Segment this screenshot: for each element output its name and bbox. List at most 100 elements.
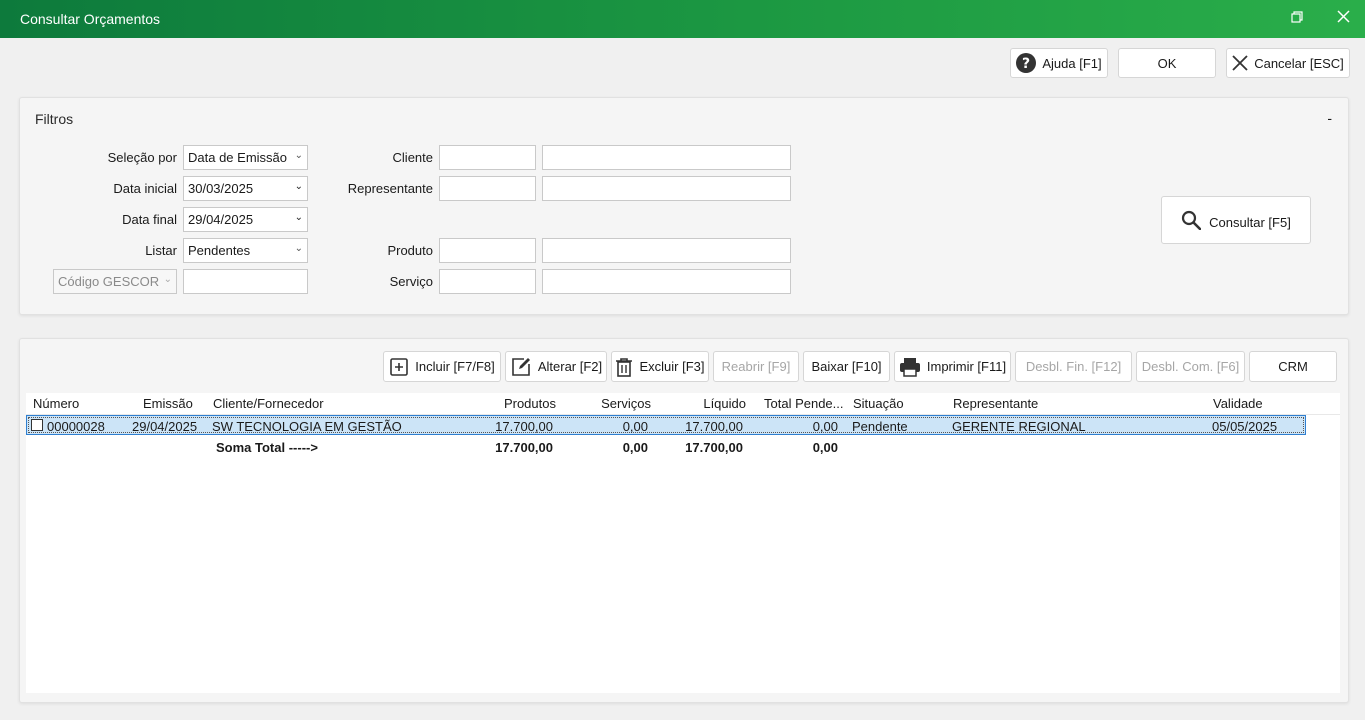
cell-liquido: 17.700,00 bbox=[685, 419, 743, 434]
cell-numero: 00000028 bbox=[47, 419, 105, 434]
data-final-value: 29/04/2025 bbox=[188, 212, 254, 227]
title-bar: Consultar Orçamentos bbox=[0, 0, 1365, 38]
servico-label: Serviço bbox=[389, 274, 433, 289]
listar-label: Listar bbox=[145, 243, 177, 258]
edit-icon bbox=[512, 357, 530, 376]
filters-panel: Filtros - Seleção por Data de Emissão ⌄ … bbox=[19, 97, 1349, 315]
listar-value: Pendentes bbox=[188, 243, 251, 258]
help-icon: ? bbox=[1016, 53, 1037, 73]
row-checkbox[interactable] bbox=[31, 419, 43, 431]
col-representante[interactable]: Representante bbox=[953, 396, 1038, 411]
add-box-icon bbox=[390, 357, 409, 376]
close-window-icon[interactable] bbox=[1332, 8, 1354, 30]
cliente-label: Cliente bbox=[392, 150, 433, 165]
reabrir-button[interactable]: Reabrir [F9] bbox=[713, 351, 799, 382]
svg-text:?: ? bbox=[1022, 56, 1030, 72]
chevron-down-icon: ⌄ bbox=[294, 212, 303, 223]
cliente-name-input[interactable] bbox=[542, 145, 791, 170]
ok-button[interactable]: OK bbox=[1118, 48, 1216, 78]
col-servicos[interactable]: Serviços bbox=[571, 396, 651, 411]
data-final-label: Data final bbox=[122, 212, 177, 227]
data-final-picker[interactable]: 29/04/2025 ⌄ bbox=[183, 207, 308, 232]
excluir-button[interactable]: Excluir [F3] bbox=[611, 351, 709, 382]
collapse-button[interactable]: - bbox=[1327, 110, 1332, 126]
alterar-button[interactable]: Alterar [F2] bbox=[505, 351, 607, 382]
cell-situacao: Pendente bbox=[852, 419, 908, 434]
cell-validade: 05/05/2025 bbox=[1212, 419, 1278, 434]
baixar-label: Baixar [F10] bbox=[811, 359, 882, 374]
trash-icon bbox=[616, 357, 633, 377]
representante-code-input[interactable] bbox=[439, 176, 536, 201]
incluir-label: Incluir [F7/F8] bbox=[415, 359, 495, 374]
help-button[interactable]: ? Ajuda [F1] bbox=[1010, 48, 1108, 78]
col-total-pendente[interactable]: Total Pende... bbox=[764, 396, 844, 411]
selecao-label: Seleção por bbox=[107, 150, 177, 165]
baixar-button[interactable]: Baixar [F10] bbox=[803, 351, 890, 382]
desbl-fin-button[interactable]: Desbl. Fin. [F12] bbox=[1015, 351, 1132, 382]
listar-select[interactable]: Pendentes ⌄ bbox=[183, 238, 308, 263]
filters-title: Filtros bbox=[35, 111, 74, 127]
cell-representante: GERENTE REGIONAL bbox=[952, 419, 1086, 434]
consultar-button[interactable]: Consultar [F5] bbox=[1161, 196, 1311, 244]
servico-name-input[interactable] bbox=[542, 269, 791, 294]
desbl-com-button[interactable]: Desbl. Com. [F6] bbox=[1136, 351, 1245, 382]
data-inicial-label: Data inicial bbox=[113, 181, 177, 196]
incluir-button[interactable]: Incluir [F7/F8] bbox=[383, 351, 501, 382]
reabrir-label: Reabrir [F9] bbox=[721, 359, 791, 374]
alterar-label: Alterar [F2] bbox=[537, 359, 603, 374]
servico-code-input[interactable] bbox=[439, 269, 536, 294]
totals-label: Soma Total -----> bbox=[216, 440, 318, 455]
consultar-label: Consultar [F5] bbox=[1209, 214, 1291, 230]
selecao-value: Data de Emissão bbox=[188, 150, 287, 165]
produto-name-input[interactable] bbox=[542, 238, 791, 263]
col-validade[interactable]: Validade bbox=[1213, 396, 1263, 411]
cell-cliente: SW TECNOLOGIA EM GESTÃO bbox=[212, 419, 402, 434]
data-inicial-value: 30/03/2025 bbox=[188, 181, 254, 196]
results-grid[interactable]: Número Emissão Cliente/Fornecedor Produt… bbox=[26, 393, 1340, 693]
cancel-button[interactable]: Cancelar [ESC] bbox=[1226, 48, 1350, 78]
imprimir-label: Imprimir [F11] bbox=[926, 359, 1007, 374]
window-title: Consultar Orçamentos bbox=[20, 11, 161, 27]
printer-icon bbox=[899, 357, 920, 377]
data-inicial-picker[interactable]: 30/03/2025 ⌄ bbox=[183, 176, 308, 201]
produto-label: Produto bbox=[387, 243, 433, 258]
chevron-down-icon: ⌄ bbox=[163, 274, 172, 285]
cell-total-pendente: 0,00 bbox=[812, 419, 838, 434]
total-produtos: 17.700,00 bbox=[495, 440, 553, 455]
codigo-value: Código GESCOR bbox=[58, 274, 160, 289]
desbl-com-label: Desbl. Com. [F6] bbox=[1141, 359, 1240, 374]
cell-produtos: 17.700,00 bbox=[495, 419, 553, 434]
desbl-fin-label: Desbl. Fin. [F12] bbox=[1025, 359, 1122, 374]
selecao-select[interactable]: Data de Emissão ⌄ bbox=[183, 145, 308, 170]
crm-label: CRM bbox=[1278, 359, 1308, 374]
search-icon bbox=[1182, 210, 1202, 230]
col-numero[interactable]: Número bbox=[33, 396, 79, 411]
cancel-label: Cancelar [ESC] bbox=[1254, 55, 1344, 71]
imprimir-button[interactable]: Imprimir [F11] bbox=[894, 351, 1011, 382]
cell-servicos: 0,00 bbox=[622, 419, 648, 434]
representante-label: Representante bbox=[347, 181, 433, 196]
col-produtos[interactable]: Produtos bbox=[476, 396, 556, 411]
ok-label: OK bbox=[1157, 55, 1177, 71]
chevron-down-icon: ⌄ bbox=[294, 181, 303, 192]
help-label: Ajuda [F1] bbox=[1042, 55, 1102, 71]
col-liquido[interactable]: Líquido bbox=[666, 396, 746, 411]
produto-code-input[interactable] bbox=[439, 238, 536, 263]
cell-emissao: 29/04/2025 bbox=[132, 419, 198, 434]
col-situacao[interactable]: Situação bbox=[853, 396, 904, 411]
col-cliente[interactable]: Cliente/Fornecedor bbox=[213, 396, 324, 411]
total-pendente: 0,00 bbox=[812, 440, 838, 455]
total-servicos: 0,00 bbox=[622, 440, 648, 455]
codigo-select[interactable]: Código GESCOR ⌄ bbox=[53, 269, 177, 294]
codigo-input[interactable] bbox=[183, 269, 308, 294]
close-icon bbox=[1232, 55, 1248, 71]
excluir-label: Excluir [F3] bbox=[639, 359, 705, 374]
crm-button[interactable]: CRM bbox=[1249, 351, 1337, 382]
restore-icon[interactable] bbox=[1286, 8, 1308, 30]
representante-name-input[interactable] bbox=[542, 176, 791, 201]
chevron-down-icon: ⌄ bbox=[294, 243, 303, 254]
col-emissao[interactable]: Emissão bbox=[143, 396, 193, 411]
cliente-code-input[interactable] bbox=[439, 145, 536, 170]
chevron-down-icon: ⌄ bbox=[294, 150, 303, 161]
total-liquido: 17.700,00 bbox=[685, 440, 743, 455]
